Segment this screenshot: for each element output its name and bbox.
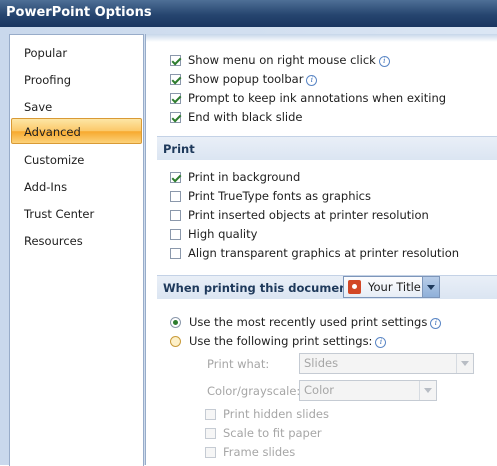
option-high-quality[interactable]: High quality — [170, 226, 257, 242]
sidebar-item-proofing[interactable]: Proofing — [12, 67, 141, 93]
sidebar-item-resources[interactable]: Resources — [12, 228, 141, 254]
print-what-select[interactable]: Slides — [299, 353, 474, 374]
powerpoint-doc-icon — [348, 280, 361, 294]
checkbox-checked[interactable] — [170, 172, 181, 183]
chevron-down-icon — [419, 381, 436, 400]
option-label: Prompt to keep ink annotations when exit… — [188, 91, 447, 105]
option-print-hidden-slides[interactable]: Print hidden slides — [205, 406, 329, 422]
checkbox-unchecked[interactable] — [170, 210, 181, 221]
print-what-value: Slides — [304, 356, 339, 370]
checkbox-checked[interactable] — [170, 74, 181, 85]
option-label: End with black slide — [188, 110, 303, 124]
radio-selected[interactable] — [170, 317, 181, 328]
info-icon: i — [378, 56, 390, 67]
option-label: Align transparent graphics at printer re… — [188, 246, 460, 260]
info-icon: i — [306, 75, 318, 86]
checkbox-disabled[interactable] — [205, 428, 216, 439]
checkbox-checked[interactable] — [170, 55, 181, 66]
section-header-when-printing: When printing this document: — [157, 275, 497, 299]
chevron-down-icon — [456, 354, 473, 373]
option-prompt-ink-annotations[interactable]: Prompt to keep ink annotations when exit… — [170, 90, 446, 106]
info-icon: i — [375, 337, 387, 348]
radio-unselected[interactable] — [170, 336, 181, 347]
option-label: Print in background — [188, 170, 301, 184]
option-print-truetype[interactable]: Print TrueType fonts as graphics — [170, 188, 371, 204]
option-label: Scale to fit paper — [223, 426, 322, 440]
option-show-menu-right-click[interactable]: Show menu on right mouse click i — [170, 52, 390, 68]
sidebar-item-add-ins[interactable]: Add-Ins — [12, 174, 141, 200]
window-title: PowerPoint Options — [6, 5, 152, 20]
sidebar-item-trust-center[interactable]: Trust Center — [12, 201, 141, 227]
radio-label: Use the following print settings: — [189, 334, 373, 348]
checkbox-unchecked[interactable] — [170, 229, 181, 240]
color-grayscale-value: Color — [304, 383, 335, 397]
sidebar-item-popular[interactable]: Popular — [12, 40, 141, 66]
radio-recent-settings[interactable]: Use the most recently used print setting… — [170, 314, 442, 330]
title-bar: PowerPoint Options — [0, 0, 497, 27]
document-select[interactable]: Your Title — [343, 276, 440, 298]
option-print-inserted-objects[interactable]: Print inserted objects at printer resolu… — [170, 207, 429, 223]
checkbox-checked[interactable] — [170, 93, 181, 104]
checkbox-disabled[interactable] — [205, 409, 216, 420]
color-grayscale-select[interactable]: Color — [299, 380, 437, 401]
options-sidebar: Popular Proofing Save Advanced Customize… — [9, 34, 144, 466]
option-show-popup-toolbar[interactable]: Show popup toolbar i — [170, 71, 318, 87]
chevron-down-icon[interactable] — [422, 277, 439, 297]
option-label: Print inserted objects at printer resolu… — [188, 208, 429, 222]
option-frame-slides[interactable]: Frame slides — [205, 444, 295, 460]
option-label: Show popup toolbar — [188, 72, 304, 86]
option-label: Frame slides — [223, 445, 296, 459]
option-label: High quality — [188, 227, 258, 241]
checkbox-unchecked[interactable] — [170, 248, 181, 259]
sidebar-item-advanced[interactable]: Advanced — [11, 118, 142, 144]
sidebar-item-customize[interactable]: Customize — [12, 147, 141, 173]
option-label: Print hidden slides — [223, 407, 329, 421]
options-content: Show menu on right mouse click i Show pop… — [145, 34, 497, 465]
scroll-fade — [146, 34, 497, 42]
sidebar-item-save[interactable]: Save — [12, 94, 141, 120]
radio-label: Use the most recently used print setting… — [189, 315, 428, 329]
info-icon: i — [430, 318, 442, 329]
option-label: Print TrueType fonts as graphics — [188, 189, 372, 203]
option-scale-to-fit[interactable]: Scale to fit paper — [205, 425, 322, 441]
section-header-print: Print — [157, 136, 497, 160]
option-end-black-slide[interactable]: End with black slide — [170, 109, 303, 125]
radio-following-settings[interactable]: Use the following print settings: i — [170, 333, 387, 349]
option-align-transparent[interactable]: Align transparent graphics at printer re… — [170, 245, 459, 261]
option-label: Show menu on right mouse click — [188, 53, 376, 67]
document-select-value: Your Title — [368, 280, 421, 294]
checkbox-unchecked[interactable] — [170, 191, 181, 202]
print-what-label: Print what: — [207, 357, 270, 371]
option-print-in-background[interactable]: Print in background — [170, 169, 300, 185]
checkbox-checked[interactable] — [170, 112, 181, 123]
checkbox-disabled[interactable] — [205, 447, 216, 458]
color-grayscale-label: Color/grayscale: — [207, 384, 301, 398]
